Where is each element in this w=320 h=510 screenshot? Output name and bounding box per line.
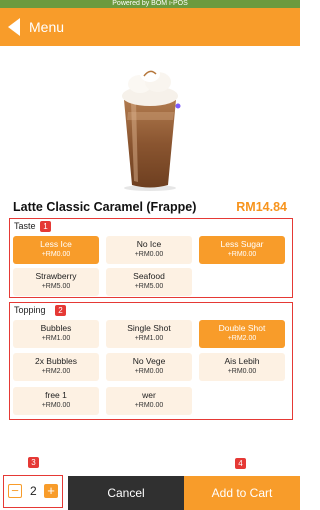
option-name: Seafood (133, 271, 165, 281)
option-less-ice[interactable]: Less Ice +RM0.00 (13, 236, 99, 264)
quantity-value: 2 (30, 484, 37, 498)
option-price: +RM0.00 (227, 368, 257, 375)
option-price: +RM0.00 (41, 251, 71, 258)
annotation-badge-taste: 1 (40, 221, 51, 232)
product-name: Latte Classic Caramel (Frappe) (13, 200, 197, 214)
option-name: Less Ice (40, 239, 72, 249)
option-price: +RM0.00 (134, 368, 164, 375)
option-price: +RM1.00 (134, 335, 164, 342)
option-free-1[interactable]: free 1 +RM0.00 (13, 387, 99, 415)
option-price: +RM2.00 (227, 335, 257, 342)
option-name: Ais Lebih (224, 356, 260, 366)
option-name: Double Shot (218, 323, 266, 333)
topping-label: Topping (14, 305, 46, 315)
powered-by-banner: Powered by BOM i-POS (0, 0, 300, 8)
option-price: +RM0.00 (41, 402, 71, 409)
quantity-stepper: − 2 + (3, 475, 63, 508)
option-no-vege[interactable]: No Vege +RM0.00 (106, 353, 192, 381)
annotation-badge-quantity: 3 (28, 457, 39, 468)
option-2x-bubbles[interactable]: 2x Bubbles +RM2.00 (13, 353, 99, 381)
option-wer[interactable]: wer +RM0.00 (106, 387, 192, 415)
taste-label: Taste (14, 221, 36, 231)
option-single-shot[interactable]: Single Shot +RM1.00 (106, 320, 192, 348)
annotation-badge-topping: 2 (55, 305, 66, 316)
product-price: RM14.84 (236, 200, 287, 214)
option-price: +RM0.00 (134, 402, 164, 409)
back-arrow-icon[interactable] (8, 18, 20, 36)
option-bubbles[interactable]: Bubbles +RM1.00 (13, 320, 99, 348)
cancel-button[interactable]: Cancel (68, 476, 184, 510)
option-price: +RM2.00 (41, 368, 71, 375)
plus-icon[interactable]: + (44, 484, 58, 498)
option-name: Single Shot (127, 323, 171, 333)
option-less-sugar[interactable]: Less Sugar +RM0.00 (199, 236, 285, 264)
annotation-badge-cart: 4 (235, 458, 246, 469)
taste-group: Taste 1 Less Ice +RM0.00 No Ice +RM0.00 … (9, 218, 293, 298)
topping-group: Topping 2 Bubbles +RM1.00 Single Shot +R… (9, 302, 293, 420)
option-double-shot[interactable]: Double Shot +RM2.00 (199, 320, 285, 348)
option-name: Strawberry (35, 271, 77, 281)
back-menu-label[interactable]: Menu (29, 19, 64, 35)
option-name: Less Sugar (220, 239, 264, 249)
option-price: +RM1.00 (41, 335, 71, 342)
option-strawberry[interactable]: Strawberry +RM5.00 (13, 268, 99, 296)
add-to-cart-button[interactable]: Add to Cart (184, 476, 300, 510)
option-name: Bubbles (40, 323, 72, 333)
product-image (122, 66, 181, 191)
option-price: +RM0.00 (227, 251, 257, 258)
option-no-ice[interactable]: No Ice +RM0.00 (106, 236, 192, 264)
option-price: +RM5.00 (41, 283, 71, 290)
option-name: No Vege (132, 356, 166, 366)
option-ais-lebih[interactable]: Ais Lebih +RM0.00 (199, 353, 285, 381)
option-seafood[interactable]: Seafood +RM5.00 (106, 268, 192, 296)
option-name: No Ice (136, 239, 162, 249)
option-name: 2x Bubbles (34, 356, 78, 366)
top-bar: Menu (0, 8, 300, 46)
option-price: +RM0.00 (134, 251, 164, 258)
option-price: +RM5.00 (134, 283, 164, 290)
minus-icon[interactable]: − (8, 484, 22, 498)
option-name: wer (142, 390, 156, 400)
option-name: free 1 (45, 390, 67, 400)
